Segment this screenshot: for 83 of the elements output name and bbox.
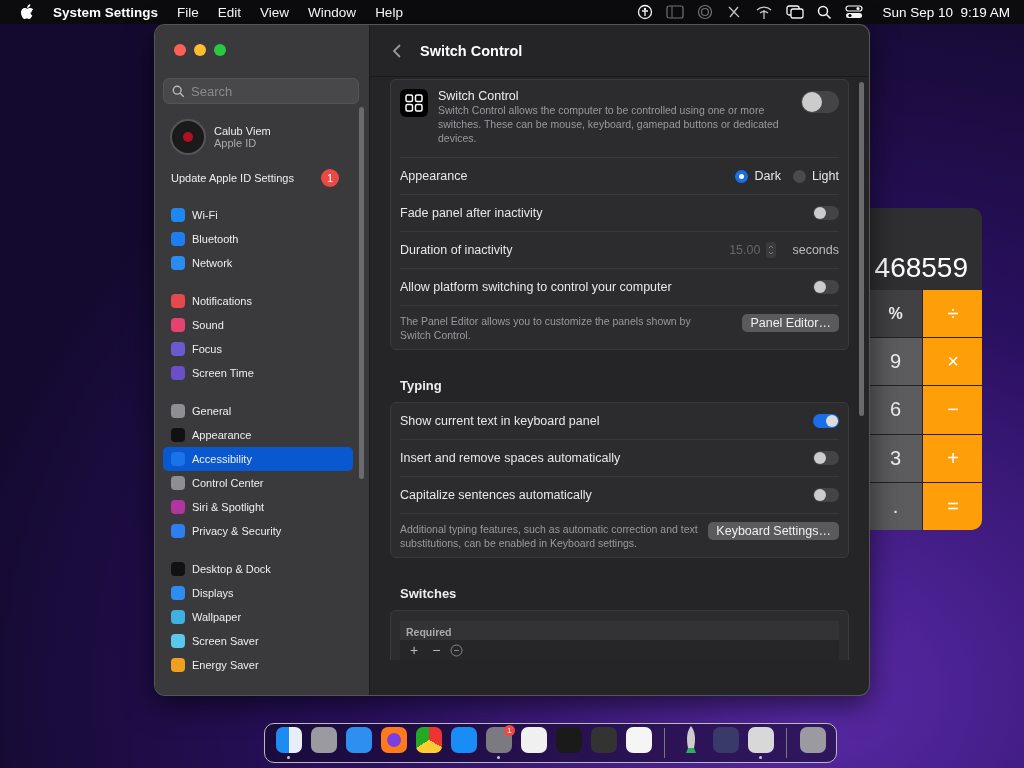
four-squares-icon xyxy=(400,89,428,117)
sidebar-item[interactable]: Sound xyxy=(163,313,353,337)
help-text: Additional typing features, such as automatic correction and text substitutions, can be enabled in Keyboard settings. xyxy=(400,522,699,550)
menu-item[interactable]: File xyxy=(177,4,199,20)
close-button[interactable] xyxy=(174,44,186,56)
sidebar-item[interactable]: Displays xyxy=(163,581,353,605)
setting-label: Appearance xyxy=(400,169,468,183)
setting-label: Capitalize sentences automatically xyxy=(400,488,592,502)
control-center-icon[interactable] xyxy=(845,5,864,19)
search-field[interactable]: Search xyxy=(163,78,359,104)
sidebar-item[interactable]: Privacy & Security xyxy=(163,519,353,543)
radio-label: Light xyxy=(811,169,839,183)
screen-mirroring-icon[interactable] xyxy=(786,4,805,20)
section-heading: Switches xyxy=(400,586,458,601)
search-icon xyxy=(172,85,185,98)
calculator-key[interactable]: . xyxy=(869,482,922,530)
setting-label: Duration of inactivity xyxy=(400,243,513,257)
menu-bar-clock[interactable]: Sun Sep 10 9:19 AM xyxy=(882,4,1010,20)
table-tool-button[interactable]: + xyxy=(406,642,423,658)
toggle-switch[interactable] xyxy=(813,206,839,220)
notification-badge: 1 xyxy=(321,169,339,187)
sidebar-item[interactable]: Bluetooth xyxy=(163,227,353,251)
account-row[interactable]: Calub Viem Apple ID xyxy=(163,116,359,158)
setting-label: Insert and remove spaces automatically xyxy=(400,451,621,465)
sidebar-item[interactable]: Energy Saver xyxy=(163,653,353,677)
radio-button[interactable] xyxy=(792,169,806,183)
toggle-switch[interactable] xyxy=(813,451,839,465)
calculator-display: 468559 xyxy=(874,252,968,284)
concentric-circles-icon[interactable] xyxy=(697,4,714,20)
calculator-key[interactable]: 3 xyxy=(869,434,922,482)
setting-label: Show current text in keyboard panel xyxy=(400,414,600,428)
feature-title: Switch Control xyxy=(438,89,520,103)
sidebar-item[interactable]: Accessibility xyxy=(163,447,353,471)
settings-button[interactable]: Panel Editor… xyxy=(742,314,839,332)
toggle-switch[interactable] xyxy=(813,414,839,428)
setting-label: Allow platform switching to control your computer xyxy=(400,280,672,294)
minimize-button[interactable] xyxy=(194,44,206,56)
sidebar-item[interactable]: Wi-Fi xyxy=(163,203,353,227)
zoom-button[interactable] xyxy=(214,44,226,56)
sidebar-item[interactable]: Appearance xyxy=(163,423,353,447)
menu-item[interactable]: Edit xyxy=(217,4,242,20)
unit-label: seconds xyxy=(792,243,839,257)
accessibility-icon[interactable] xyxy=(637,4,654,20)
back-chevron-icon[interactable] xyxy=(392,43,402,58)
sidebar-item[interactable]: Desktop & Dock xyxy=(163,557,353,581)
calculator-key[interactable]: 9 xyxy=(869,338,922,386)
radio-button[interactable] xyxy=(735,169,749,183)
avatar-circle xyxy=(170,119,206,155)
help-text: The Panel Editor allows you to customize the panels shown by Switch Control. xyxy=(400,314,692,342)
radio-label: Dark xyxy=(754,169,781,183)
page-title: Switch Control xyxy=(420,42,523,59)
feature-description: Switch Control allows the computer to be controlled using one or more switches. These can be mouse, keyboard, gamepad buttons or dedicated devices. xyxy=(438,103,780,145)
sidebar-item[interactable]: General xyxy=(163,399,353,423)
sidebar-item[interactable]: Screen Time xyxy=(163,361,353,385)
apple-logo-icon[interactable] xyxy=(20,4,34,20)
update-settings-link[interactable]: Update Apple ID Settings xyxy=(171,172,294,184)
notification-badge: 1 xyxy=(504,725,515,736)
section-heading: Typing xyxy=(400,378,443,393)
menu-item[interactable]: View xyxy=(260,4,290,20)
account-name: Calub Viem xyxy=(214,125,271,137)
calculator-key[interactable]: 6 xyxy=(869,386,922,434)
sidebar-item[interactable]: Notifications xyxy=(163,289,353,313)
sidebar-item[interactable]: Focus xyxy=(163,337,353,361)
toggle-switch[interactable] xyxy=(813,488,839,502)
sidebar-item[interactable]: Wallpaper xyxy=(163,605,353,629)
calculator-key[interactable]: % xyxy=(869,290,922,338)
settings-button[interactable]: Keyboard Settings… xyxy=(708,522,839,540)
sidebar-item[interactable]: Siri & Spotlight xyxy=(163,495,353,519)
table-header: Required xyxy=(400,621,839,640)
toggle-switch[interactable] xyxy=(801,91,839,113)
table-tool-button[interactable]: − xyxy=(428,642,445,658)
app-name-menu[interactable]: System Settings xyxy=(53,4,159,20)
toggle-switch[interactable] xyxy=(813,280,839,294)
menu-item[interactable]: Help xyxy=(375,4,403,20)
menu-item[interactable]: Window xyxy=(308,4,357,20)
wifi-off-icon[interactable] xyxy=(755,4,774,20)
sidebar-item[interactable]: Control Center xyxy=(163,471,353,495)
sidebar-item[interactable]: Screen Saver xyxy=(163,629,353,653)
account-subtitle: Apple ID xyxy=(214,137,258,149)
search-icon[interactable] xyxy=(817,4,833,20)
sidebar-item[interactable]: Network xyxy=(163,251,353,275)
setting-label: Fade panel after inactivity xyxy=(400,206,543,220)
sidebar-panel-icon[interactable] xyxy=(666,5,685,19)
